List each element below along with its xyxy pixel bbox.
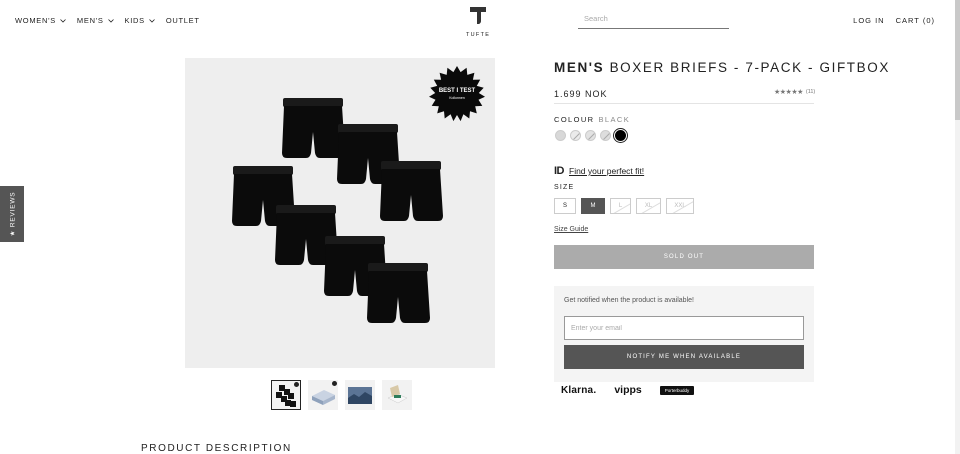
size-option-s[interactable]: S: [554, 198, 576, 214]
vipps-logo: vipps: [614, 384, 642, 396]
size-selector: S M L XL XXL: [554, 198, 694, 214]
page-scrollbar[interactable]: [955, 0, 960, 454]
product-title-bold: MEN'S: [554, 60, 605, 75]
chevron-down-icon: [107, 18, 114, 23]
colour-swatch-selected[interactable]: [615, 130, 626, 141]
divider: [554, 103, 814, 104]
nav-label: MEN'S: [76, 16, 104, 25]
thumbnail-open-box-image: [387, 385, 408, 404]
cart-link[interactable]: CART (0): [896, 16, 935, 25]
reviews-tab[interactable]: ★ REVIEWS: [0, 186, 24, 242]
product-main-image[interactable]: BEST I TEST Kollonnen: [185, 58, 495, 368]
porterbuddy-logo: Porterbuddy: [659, 385, 695, 395]
thumbnail-strip: [271, 380, 412, 410]
chevron-down-icon: [149, 18, 155, 23]
find-fit-link[interactable]: ID Find your perfect fit!: [554, 165, 644, 177]
notify-panel: Get notified when the product is availab…: [554, 286, 814, 382]
size-option-m[interactable]: M: [581, 198, 605, 214]
colour-swatch[interactable]: [585, 130, 596, 141]
reviews-tab-label: ★ REVIEWS: [9, 191, 16, 237]
size-option-xl[interactable]: XL: [636, 198, 661, 214]
badge-subtext: Kollonnen: [449, 96, 465, 100]
klarna-logo: Klarna.: [561, 384, 597, 396]
nav-item-outlet[interactable]: OUTLET: [166, 16, 200, 25]
logo-wordmark: TUFTE: [466, 32, 491, 38]
thumbnail-4[interactable]: [382, 380, 412, 410]
nav-label: KIDS: [124, 16, 145, 25]
nav-label: OUTLET: [165, 16, 200, 25]
colour-swatch[interactable]: [570, 130, 581, 141]
product-rating[interactable]: ★★★★★ (11): [774, 88, 815, 96]
login-link[interactable]: LOG IN: [853, 16, 884, 25]
site-logo[interactable]: TUFTE: [466, 7, 490, 38]
nav-label: WOMEN'S: [15, 16, 56, 25]
rating-count: (11): [805, 89, 816, 95]
product-description-heading[interactable]: PRODUCT DESCRIPTION: [141, 443, 292, 454]
notify-text: Get notified when the product is availab…: [564, 297, 694, 304]
sold-out-button[interactable]: SOLD OUT: [554, 245, 814, 269]
search-input[interactable]: [578, 8, 729, 29]
product-title-rest: BOXER BRIEFS - 7-PACK - GIFTBOX: [604, 60, 890, 75]
colour-value: BLACK: [598, 115, 631, 124]
site-header: WOMEN'S MEN'S KIDS OUTLET TUFTE LOG IN C…: [0, 0, 955, 40]
payment-logos: Klarna. vipps Porterbuddy: [561, 384, 695, 396]
notify-me-button[interactable]: NOTIFY ME WHEN AVAILABLE: [564, 345, 804, 369]
thumbnail-2[interactable]: [308, 380, 338, 410]
nav-item-mens[interactable]: MEN'S: [77, 16, 114, 25]
colour-swatch[interactable]: [600, 130, 611, 141]
size-label: SIZE: [554, 184, 575, 191]
colour-label: COLOUR BLACK: [554, 115, 630, 124]
product-price: 1.699 NOK: [554, 89, 608, 99]
main-nav: WOMEN'S MEN'S KIDS OUTLET: [15, 16, 200, 25]
find-fit-label[interactable]: Find your perfect fit!: [569, 166, 644, 176]
email-field[interactable]: [564, 316, 804, 340]
account-links: LOG IN CART (0): [853, 16, 935, 25]
scrollbar-thumb[interactable]: [955, 0, 960, 120]
thumbnail-badge-icon: [294, 382, 299, 387]
thumbnail-badge-icon: [332, 381, 337, 386]
nav-item-womens[interactable]: WOMEN'S: [15, 16, 66, 25]
nav-item-kids[interactable]: KIDS: [125, 16, 155, 25]
size-option-xxl[interactable]: XXL: [666, 198, 694, 214]
colour-swatch[interactable]: [555, 130, 566, 141]
size-option-l[interactable]: L: [610, 198, 631, 214]
thumbnail-1[interactable]: [271, 380, 301, 410]
colour-label-text: COLOUR: [554, 115, 595, 124]
colour-swatches: [555, 130, 626, 141]
thumbnail-3[interactable]: [345, 380, 375, 410]
rating-stars-icon: ★★★★★: [774, 89, 803, 96]
badge-text: BEST I TEST: [438, 88, 476, 94]
id-fit-icon: ID: [554, 165, 565, 177]
thumbnail-box-front-image: [348, 387, 372, 404]
size-guide-link[interactable]: Size Guide: [554, 226, 588, 233]
best-in-test-badge-icon: [429, 66, 485, 122]
tufte-logo-icon: [470, 7, 486, 24]
product-title: MEN'S BOXER BRIEFS - 7-PACK - GIFTBOX: [554, 60, 890, 75]
chevron-down-icon: [60, 18, 66, 23]
